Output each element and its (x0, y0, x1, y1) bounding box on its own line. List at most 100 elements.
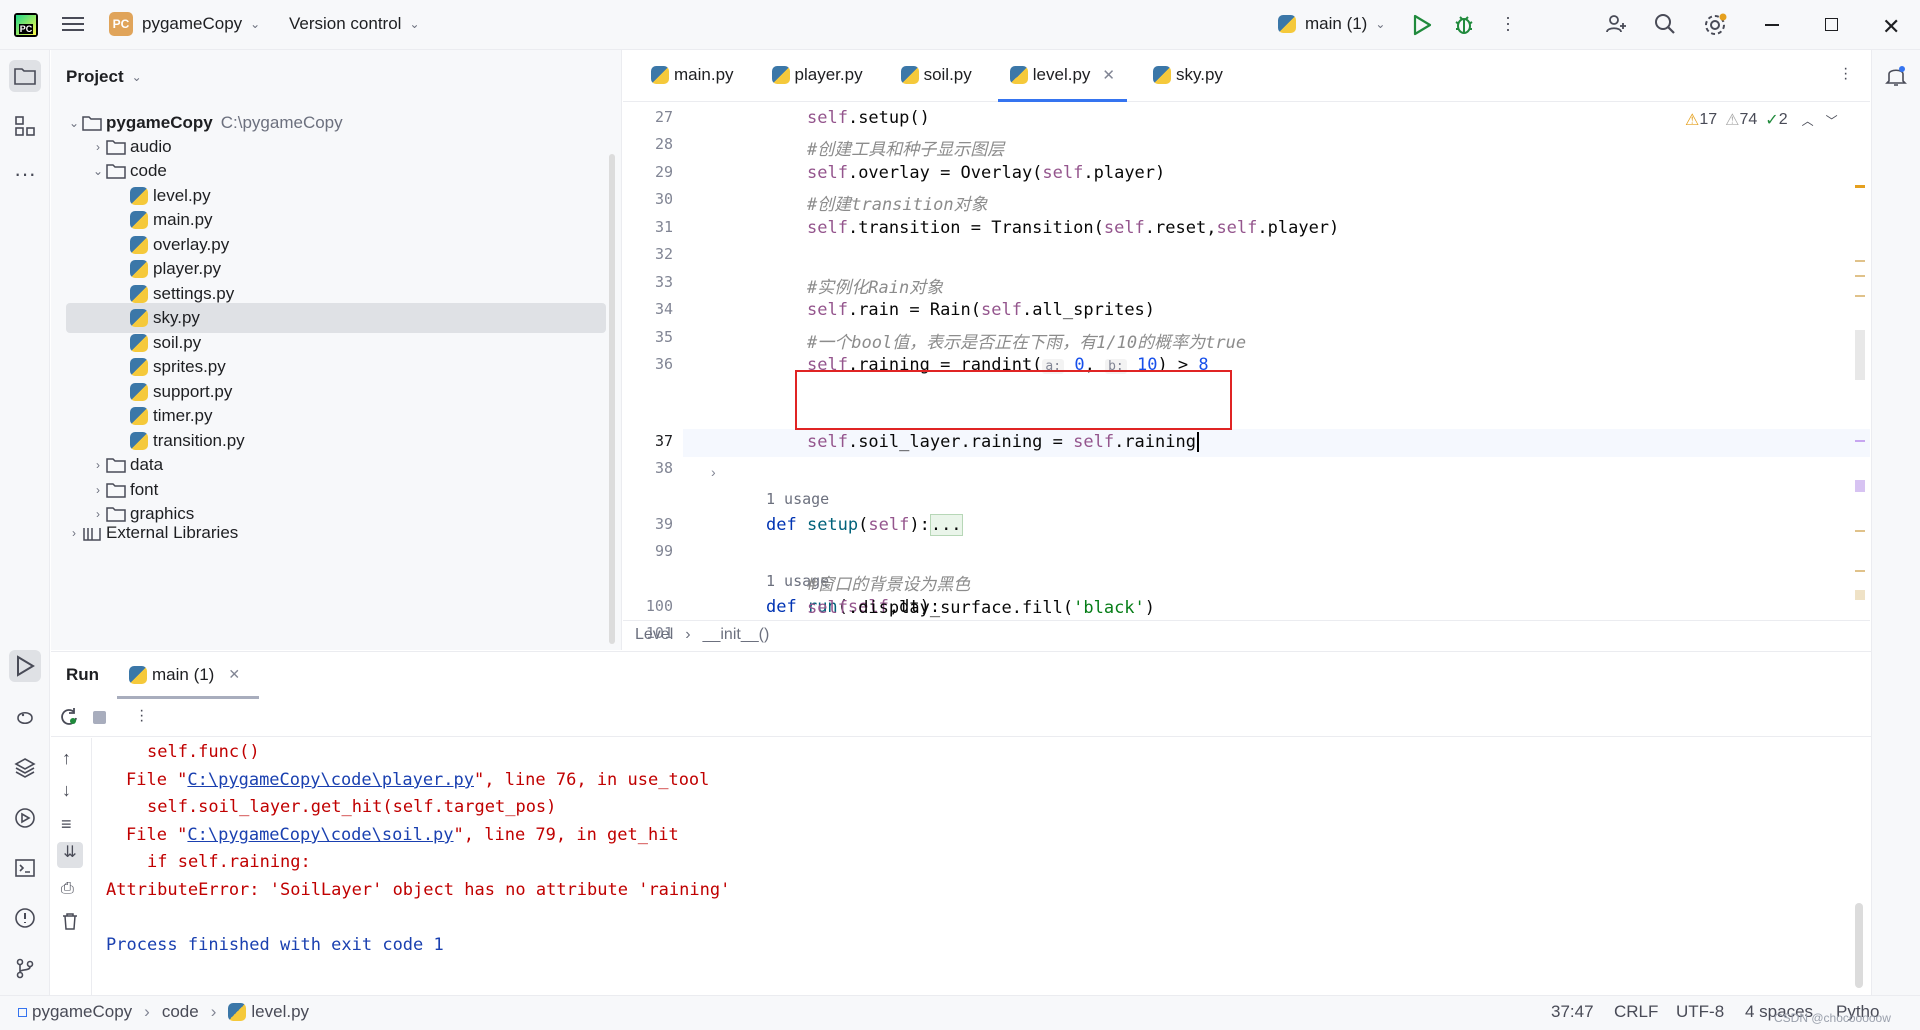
chevron-up-icon[interactable]: ︿ (1802, 112, 1814, 129)
chevron-right-icon[interactable]: › (90, 483, 106, 497)
tab-main-py[interactable]: main.py (639, 49, 746, 101)
structure-tool-button[interactable] (9, 110, 41, 142)
inspection-widget[interactable]: ⚠ 17 ⚠ 74 ✓ 2 ︿ ﹀ (1685, 110, 1838, 130)
breadcrumb-class[interactable]: Level (635, 626, 673, 644)
tab-level-py[interactable]: level.py ✕ (997, 49, 1128, 102)
python-file-icon (1152, 66, 1171, 84)
console-line-2: File "C:\pygameCopy\code\player.py", lin… (126, 770, 710, 790)
tree-external-libraries[interactable]: › External Libraries (66, 518, 606, 548)
status-crumb-project[interactable]: pygameCopy (32, 1002, 132, 1022)
status-crumb-file[interactable]: level.py (251, 1002, 309, 1022)
tab-player-py[interactable]: player.py (760, 49, 875, 101)
chevron-down-icon[interactable]: ⌄ (90, 164, 106, 178)
run-toolbar-top: · · · (51, 697, 1871, 737)
python-packages-button[interactable] (9, 752, 41, 784)
run-button[interactable] (1412, 14, 1432, 41)
chevron-right-icon[interactable]: › (90, 458, 106, 472)
tree-item-label: soil.py (153, 333, 202, 352)
tree-item-label: timer.py (153, 406, 213, 425)
python-file-icon (130, 260, 148, 278)
add-user-icon[interactable] (1604, 12, 1628, 41)
console-scrollbar[interactable] (1855, 903, 1863, 988)
run-panel-title: Run (66, 664, 100, 684)
file-link-player[interactable]: C:\pygameCopy\code\player.py (187, 770, 474, 790)
title-bar: PC PC pygameCopy ⌄ Version control ⌄ mai… (0, 0, 1920, 50)
minimize-icon[interactable] (1765, 24, 1779, 26)
bug-icon (1455, 16, 1473, 34)
close-tab-icon[interactable]: ✕ (228, 666, 240, 683)
run-config-widget[interactable]: main (1) ⌄ (1278, 14, 1385, 34)
run-tool-button[interactable] (9, 650, 41, 682)
code-line-33: #实例化Rain对象 (807, 278, 944, 298)
status-bar: pygameCopy › code › level.py 37:47 CRLF … (0, 995, 1920, 1030)
main-menu-icon[interactable] (62, 15, 84, 33)
scroll-to-end-icon[interactable]: ⇊ (57, 842, 83, 868)
code-line-37: self.soil_layer.raining = self.raining (807, 432, 1199, 452)
line-number: 29 (654, 163, 673, 181)
python-console-button[interactable] (9, 702, 41, 734)
scroll-up-icon[interactable]: ↑ (62, 748, 71, 769)
project-panel-header[interactable]: Project ⌄ (51, 50, 621, 104)
tab-label: main.py (674, 65, 734, 84)
status-crumb-folder[interactable]: code (162, 1002, 199, 1022)
debug-button[interactable] (1453, 13, 1475, 40)
run-panel-header: Run main (1) ✕ (51, 652, 1871, 699)
warning-icon: ⚠ (1685, 112, 1700, 129)
trash-icon[interactable] (62, 912, 78, 935)
project-widget[interactable]: PC pygameCopy ⌄ (109, 12, 260, 36)
folder-icon (14, 68, 36, 85)
services-icon (15, 808, 35, 828)
more-run-actions-icon[interactable]: · · · (139, 703, 144, 729)
line-separator[interactable]: CRLF (1614, 1002, 1658, 1022)
project-scrollbar[interactable] (609, 154, 615, 644)
stop-icon[interactable] (93, 711, 106, 724)
tab-soil-py[interactable]: soil.py (889, 49, 984, 101)
more-tools-icon[interactable]: ··· (9, 158, 41, 190)
line-number: 32 (654, 245, 673, 263)
chevron-right-icon[interactable]: › (66, 526, 82, 540)
services-button[interactable] (9, 802, 41, 834)
tab-sky-py[interactable]: sky.py (1141, 49, 1235, 101)
close-tab-icon[interactable]: ✕ (1102, 66, 1115, 84)
python-icon (228, 1003, 247, 1021)
line-number: 99 (654, 542, 673, 560)
chevron-right-icon[interactable]: › (90, 140, 106, 154)
line-number: 38 (654, 459, 673, 477)
settings-gear-icon[interactable] (1702, 12, 1728, 43)
search-icon[interactable] (1653, 12, 1677, 41)
close-window-icon[interactable]: ✕ (1882, 14, 1900, 40)
rerun-icon[interactable] (59, 707, 79, 732)
chevron-down-icon[interactable]: ⌄ (66, 116, 82, 130)
usage-hint-1[interactable]: 1 usage (766, 490, 829, 508)
file-encoding[interactable]: UTF-8 (1676, 1002, 1724, 1022)
restore-icon[interactable] (1825, 18, 1838, 31)
git-button[interactable] (9, 952, 41, 984)
terminal-button[interactable] (9, 852, 41, 884)
version-control-widget[interactable]: Version control ⌄ (289, 14, 420, 34)
run-panel: Run main (1) ✕ · · · ↑ ↓ ≡ ⇊ ⎙ self.func()… (51, 651, 1871, 996)
chevron-down-icon[interactable]: ﹀ (1826, 112, 1838, 129)
python-console-icon (17, 711, 33, 725)
run-icon (1413, 14, 1432, 36)
folded-code-block[interactable]: ... (929, 514, 963, 536)
problems-button[interactable] (9, 902, 41, 934)
tree-item-label: settings.py (153, 284, 235, 303)
app-logo-icon[interactable]: PC (14, 13, 38, 37)
run-tab[interactable]: main (1) ✕ (117, 652, 259, 699)
git-branch-icon (16, 958, 34, 979)
console-output[interactable]: self.func() File "C:\pygameCopy\code\pla… (91, 738, 1871, 996)
terminal-icon (15, 859, 35, 877)
line-number: 39 (654, 515, 673, 533)
fold-arrow-icon[interactable]: › (711, 464, 716, 480)
notifications-button[interactable] (1880, 60, 1912, 92)
file-link-soil[interactable]: C:\pygameCopy\code\soil.py (187, 825, 453, 845)
scroll-down-icon[interactable]: ↓ (62, 780, 71, 801)
more-actions-icon[interactable]: · · · (1505, 8, 1511, 38)
soft-wrap-icon[interactable]: ≡ (61, 814, 72, 835)
more-tabs-icon[interactable]: · · · (1843, 61, 1848, 87)
print-icon[interactable]: ⎙ (61, 880, 74, 898)
project-tool-button[interactable] (9, 60, 41, 92)
caret-position[interactable]: 37:47 (1551, 1002, 1594, 1022)
breadcrumb-method[interactable]: __init__() (703, 626, 770, 644)
error-stripe[interactable] (1853, 130, 1867, 630)
